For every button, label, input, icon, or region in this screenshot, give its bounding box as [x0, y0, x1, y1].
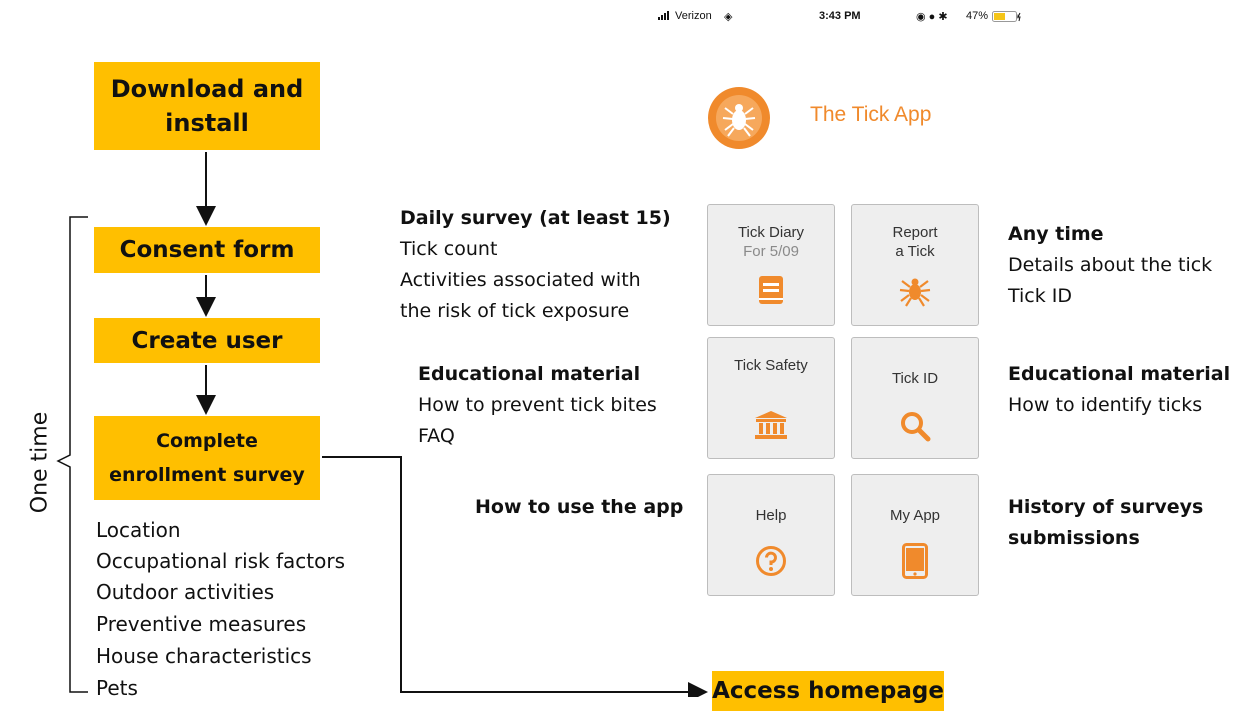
- list-item: House characteristics: [96, 644, 312, 668]
- list-item: Outdoor activities: [96, 580, 275, 604]
- edu-left-annotation: Educational material How to prevent tick…: [418, 359, 657, 452]
- search-icon: [852, 410, 978, 442]
- history-annotation: History of surveys submissions: [1008, 492, 1203, 554]
- daily-line: the risk of tick exposure: [400, 300, 630, 322]
- one-time-label: One time: [27, 411, 53, 514]
- tile-tick-diary-date: For 5/09: [743, 243, 799, 260]
- question-icon: [708, 545, 834, 577]
- edu-left-line: FAQ: [418, 425, 455, 447]
- daily-survey-annotation: Daily survey (at least 15) Tick count Ac…: [400, 203, 671, 327]
- tile-tick-safety[interactable]: Tick Safety: [707, 337, 835, 459]
- list-item: Pets: [96, 676, 138, 700]
- history-line: History of surveys: [1008, 496, 1204, 518]
- anytime-line: Tick ID: [1008, 285, 1073, 307]
- tile-tick-safety-label: Tick Safety: [734, 357, 808, 374]
- tile-tick-diary[interactable]: Tick Diary For 5/09: [707, 204, 835, 326]
- tick-icon: [852, 273, 978, 307]
- daily-survey-title: Daily survey (at least 15): [400, 207, 671, 229]
- edu-left-title: Educational material: [418, 363, 641, 385]
- tile-help-label: Help: [755, 507, 787, 524]
- edu-right-line: How to identify ticks: [1008, 394, 1203, 416]
- tile-tick-id-label: Tick ID: [891, 370, 939, 387]
- tablet-icon: [852, 543, 978, 579]
- edu-right-title: Educational material: [1008, 363, 1231, 385]
- daily-line: Activities associated with: [400, 269, 641, 291]
- anytime-annotation: Any time Details about the tick Tick ID: [1008, 219, 1212, 312]
- tile-my-app-label: My App: [889, 507, 941, 524]
- list-item: Occupational risk factors: [96, 549, 345, 573]
- daily-line: Tick count: [400, 238, 498, 260]
- list-item: Location: [96, 518, 181, 542]
- tile-report-label-1: Report: [892, 224, 938, 241]
- history-line: submissions: [1008, 527, 1140, 549]
- tile-report-tick[interactable]: Report a Tick: [851, 204, 979, 326]
- edu-left-line: How to prevent tick bites: [418, 394, 657, 416]
- tile-report-label-2: a Tick: [895, 243, 935, 260]
- tile-tick-id[interactable]: Tick ID: [851, 337, 979, 459]
- anytime-line: Details about the tick: [1008, 254, 1213, 276]
- how-to-title: How to use the app: [475, 496, 684, 518]
- tile-my-app[interactable]: My App: [851, 474, 979, 596]
- tile-tick-diary-label: Tick Diary: [737, 224, 805, 241]
- list-item: Preventive measures: [96, 612, 307, 636]
- anytime-title: Any time: [1008, 223, 1104, 245]
- bank-icon: [708, 410, 834, 440]
- how-to-annotation: How to use the app: [475, 492, 683, 523]
- edu-right-annotation: Educational material How to identify tic…: [1008, 359, 1230, 421]
- tile-help[interactable]: Help: [707, 474, 835, 596]
- book-icon: [708, 275, 834, 305]
